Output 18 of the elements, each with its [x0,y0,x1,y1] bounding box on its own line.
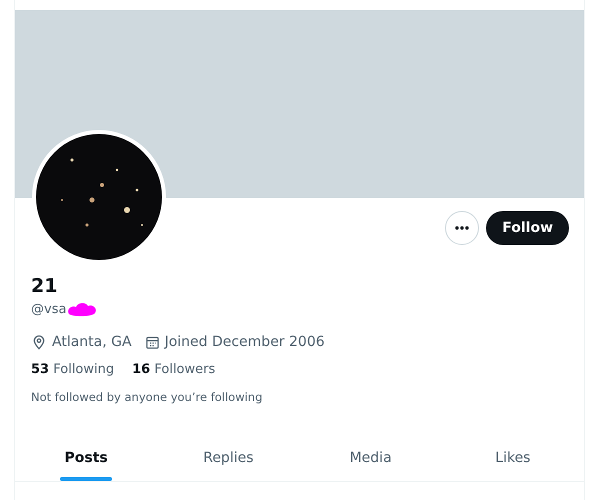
profile-name: 21 [31,275,58,297]
following-link[interactable]: 53 Following [31,362,114,377]
follow-button[interactable]: Follow [486,210,569,244]
location-pin-icon [31,334,47,350]
more-icon [455,226,470,230]
joined-date: Joined December 2006 [164,334,325,350]
profile-handle: @vsa [31,302,66,316]
calendar-icon [144,334,160,350]
profile-tab[interactable]: Likes [442,434,584,481]
profile-tab[interactable]: Posts [15,434,158,481]
profile-tab[interactable]: Replies [157,434,300,481]
profile-tab[interactable]: Media [300,434,442,481]
redaction-scribble [66,301,98,317]
profile-location: Atlanta, GA [52,334,132,350]
followers-link[interactable]: 16 Followers [132,362,216,377]
more-button[interactable] [445,210,480,244]
followed-by-note: Not followed by anyone you’re following [31,390,264,404]
active-tab-indicator [60,477,112,481]
